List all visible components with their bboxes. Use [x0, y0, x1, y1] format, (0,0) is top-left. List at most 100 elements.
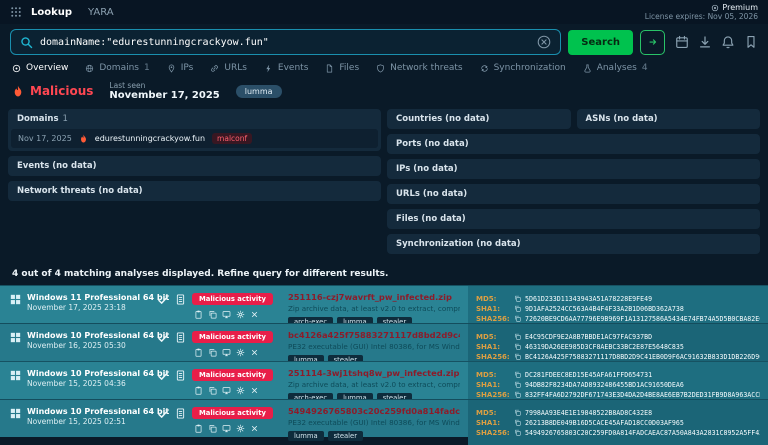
copy-icon[interactable] — [208, 310, 217, 319]
export-button[interactable] — [640, 30, 665, 55]
analysis-row[interactable]: Windows 10 Professional 64 bitNovember 1… — [0, 361, 768, 399]
check-icon — [157, 370, 169, 382]
check-icon — [157, 332, 169, 344]
analysis-filename[interactable]: bc4126a425f75883271117d8bd2d9c41eb0d9f6a… — [288, 330, 460, 340]
analysis-row[interactable]: Windows 10 Professional 64 bitNovember 1… — [0, 323, 768, 361]
report-icon[interactable] — [175, 408, 186, 419]
export-icon — [647, 36, 659, 48]
copy-icon[interactable] — [514, 381, 521, 388]
events-panel: Events (no data) — [8, 156, 381, 176]
clipboard-icon[interactable] — [194, 348, 203, 357]
verdict-label: Malicious — [30, 84, 93, 98]
ips-panel-title: IPs (no data) — [387, 159, 760, 179]
search-input[interactable]: domainName:"edurestunningcrackyow.fun" — [10, 29, 561, 55]
tag[interactable]: stealer — [328, 431, 363, 441]
verdict-row: Malicious Last seen November 17, 2025 lu… — [0, 79, 768, 109]
windows-icon — [10, 332, 21, 343]
copy-icon[interactable] — [514, 305, 521, 312]
domain-name[interactable]: edurestunningcrackyow.fun — [95, 134, 205, 143]
sha256-value: 832FF4FA6D2792DF671743E3D4DA2D4BE8AE6EB7… — [525, 391, 760, 399]
analysis-filetype: PE32 executable (GUI) Intel 80386, for M… — [288, 342, 460, 351]
notifications-button[interactable] — [721, 35, 735, 49]
copy-icon[interactable] — [514, 343, 521, 350]
copy-icon[interactable] — [514, 315, 521, 322]
analysis-filename[interactable]: 5494926765803c20c259fd0a814fadcaeac87a50… — [288, 406, 460, 416]
settings-icon[interactable] — [236, 424, 245, 433]
copy-icon[interactable] — [208, 386, 217, 395]
copy-icon[interactable] — [514, 391, 521, 398]
report-icon[interactable] — [175, 294, 186, 305]
tab-analyses[interactable]: Analyses4 — [583, 63, 648, 73]
sync-icon — [480, 64, 489, 73]
copy-icon[interactable] — [514, 371, 521, 378]
search-bar: domainName:"edurestunningcrackyow.fun" S… — [0, 24, 768, 59]
analysis-filename[interactable]: 251114-3wj1tshq8w_pw_infected.zip — [288, 368, 460, 378]
close-icon[interactable] — [250, 424, 259, 433]
settings-icon[interactable] — [236, 310, 245, 319]
copy-icon[interactable] — [514, 419, 521, 426]
close-icon[interactable] — [250, 348, 259, 357]
copy-icon[interactable] — [514, 295, 521, 302]
download-button[interactable] — [698, 35, 712, 49]
settings-icon[interactable] — [236, 348, 245, 357]
tab-ips[interactable]: IPs — [167, 63, 194, 73]
clipboard-icon[interactable] — [194, 424, 203, 433]
tag[interactable]: lumma — [288, 431, 324, 441]
tab-domains[interactable]: Domains1 — [85, 63, 149, 73]
close-icon[interactable] — [250, 310, 259, 319]
analysis-row[interactable]: Windows 11 Professional 64 bitNovember 1… — [0, 285, 768, 323]
copy-icon[interactable] — [208, 424, 217, 433]
monitor-icon[interactable] — [222, 424, 231, 433]
analyses-summary: 4 out of 4 matching analyses displayed. … — [0, 262, 768, 285]
top-bar: Lookup YARA Premium License expires: Nov… — [0, 0, 768, 24]
analysis-filename[interactable]: 251116-czj7wavrft_pw_infected.zip — [288, 292, 460, 302]
events-panel-title: Events (no data) — [8, 156, 381, 176]
tab-overview[interactable]: Overview — [12, 63, 68, 73]
search-button[interactable]: Search — [568, 30, 633, 55]
monitor-icon[interactable] — [222, 386, 231, 395]
tab-network-threats[interactable]: Network threats — [376, 63, 462, 73]
malconf-badge[interactable]: malconf — [212, 133, 252, 144]
calendar-icon — [675, 35, 689, 49]
md5-value: E4C95CDF9E2A8B7BBDE1AC97FAC937BD — [525, 333, 652, 341]
domain-row[interactable]: Nov 17, 2025 edurestunningcrackyow.fun m… — [11, 129, 378, 148]
tab-yara[interactable]: YARA — [88, 7, 114, 18]
copy-icon[interactable] — [514, 429, 521, 436]
flame-icon — [12, 85, 24, 97]
threat-tag[interactable]: lumma — [236, 85, 282, 98]
verdict-badge: Malicious activity — [192, 369, 273, 381]
clipboard-icon[interactable] — [194, 386, 203, 395]
report-icon[interactable] — [175, 370, 186, 381]
synchronization-panel: Synchronization (no data) — [387, 234, 760, 254]
overview-icon — [12, 64, 21, 73]
tab-urls[interactable]: URLs — [210, 63, 247, 73]
analysis-row[interactable]: Windows 10 Professional 64 bitNovember 1… — [0, 399, 768, 437]
bookmark-button[interactable] — [744, 35, 758, 49]
premium-icon — [711, 4, 719, 12]
settings-icon[interactable] — [236, 386, 245, 395]
search-history-button[interactable] — [675, 35, 689, 49]
clear-search-icon[interactable] — [537, 35, 551, 49]
check-icon — [157, 408, 169, 420]
report-icon[interactable] — [175, 332, 186, 343]
tab-events[interactable]: Events — [264, 63, 308, 73]
copy-icon[interactable] — [514, 333, 521, 340]
windows-icon — [10, 408, 21, 419]
clipboard-icon[interactable] — [194, 310, 203, 319]
sha1-value: 46319DA26EE985D3CF8AEBC33BC2E87E5648C835 — [525, 343, 684, 351]
copy-icon[interactable] — [208, 348, 217, 357]
tab-synchronization[interactable]: Synchronization — [480, 63, 566, 73]
premium-label: Premium — [722, 3, 758, 13]
apps-grid-icon[interactable] — [10, 6, 22, 18]
countries-panel-title: Countries (no data) — [387, 109, 571, 129]
close-icon[interactable] — [250, 386, 259, 395]
tab-lookup[interactable]: Lookup — [31, 7, 72, 18]
copy-icon[interactable] — [514, 409, 521, 416]
tab-files[interactable]: Files — [325, 63, 359, 73]
urls-panel: URLs (no data) — [387, 184, 760, 204]
search-query[interactable]: domainName:"edurestunningcrackyow.fun" — [40, 37, 269, 48]
monitor-icon[interactable] — [222, 310, 231, 319]
bookmark-icon — [744, 35, 758, 49]
monitor-icon[interactable] — [222, 348, 231, 357]
copy-icon[interactable] — [514, 353, 521, 360]
